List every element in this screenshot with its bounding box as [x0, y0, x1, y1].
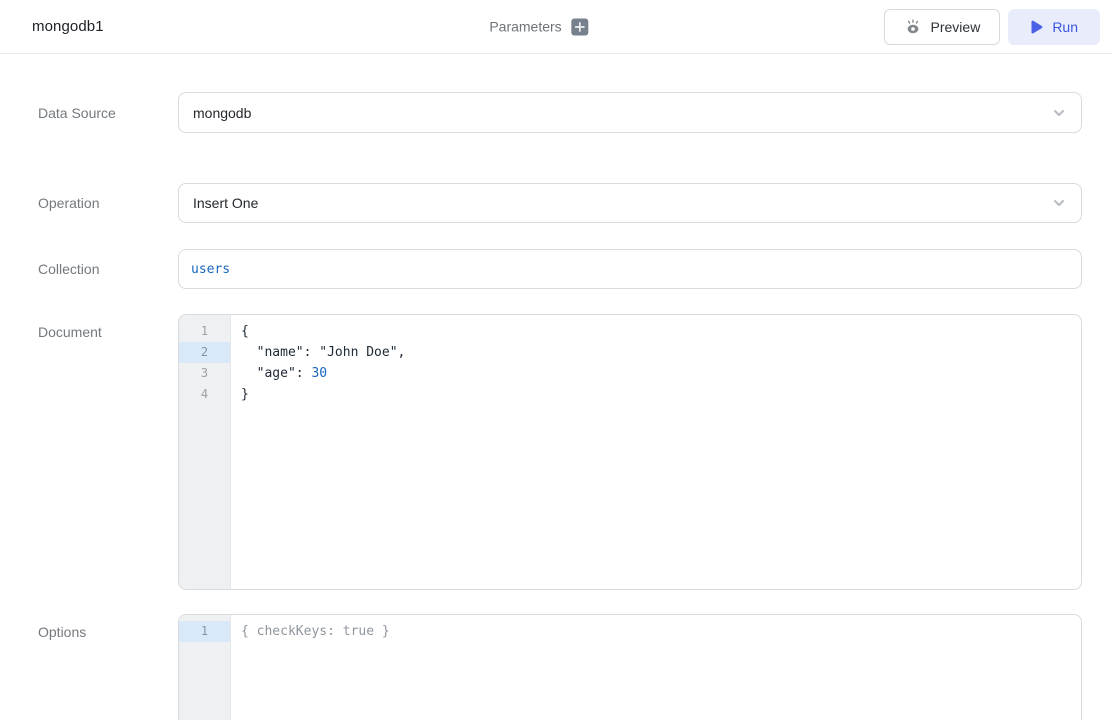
code-line: { — [241, 321, 1081, 342]
preview-button[interactable]: Preview — [884, 9, 1001, 45]
header-actions: Preview Run — [884, 9, 1100, 45]
parameters-label: Parameters — [489, 19, 561, 35]
document-label: Document — [38, 314, 178, 590]
options-editor-gutter: 1 — [179, 615, 231, 720]
collection-label: Collection — [38, 261, 178, 277]
chevron-down-icon — [1051, 195, 1067, 211]
query-header: mongodb1 Parameters Preview Run — [0, 0, 1112, 54]
operation-value: Insert One — [193, 195, 258, 211]
options-label: Options — [38, 614, 178, 720]
document-editor-gutter: 1 2 3 4 — [179, 315, 231, 589]
code-line: "name": "John Doe", — [241, 342, 1081, 363]
collection-row: Collection users — [38, 249, 1082, 289]
document-editor-code: { "name": "John Doe", "age": 30 } — [231, 315, 1081, 589]
preview-button-label: Preview — [931, 19, 981, 35]
data-source-label: Data Source — [38, 105, 178, 121]
run-button[interactable]: Run — [1008, 9, 1100, 45]
line-number: 4 — [179, 384, 230, 405]
query-title: mongodb1 — [32, 18, 104, 35]
code-line: "age": 30 — [241, 363, 1081, 384]
operation-select[interactable]: Insert One — [178, 183, 1082, 223]
add-parameter-button[interactable] — [572, 18, 589, 35]
document-editor[interactable]: 1 2 3 4 { "name": "John Doe", "age": 30 … — [178, 314, 1082, 590]
options-editor-code: { checkKeys: true } — [231, 615, 1081, 720]
chevron-down-icon — [1051, 105, 1067, 121]
code-line: } — [241, 384, 1081, 405]
line-number-active: 2 — [179, 342, 230, 363]
plus-icon — [575, 21, 586, 32]
code-line: { checkKeys: true } — [241, 621, 1081, 642]
parameters-section: Parameters — [489, 18, 588, 35]
run-button-label: Run — [1052, 19, 1078, 35]
data-source-select[interactable]: mongodb — [178, 92, 1082, 133]
collection-value: users — [191, 262, 230, 277]
operation-label: Operation — [38, 195, 178, 211]
data-source-row: Data Source mongodb — [38, 92, 1082, 133]
options-editor[interactable]: 1 { checkKeys: true } — [178, 614, 1082, 720]
query-form: Data Source mongodb Operation Insert One… — [0, 54, 1112, 720]
operation-row: Operation Insert One — [38, 183, 1082, 223]
document-row: Document 1 2 3 4 { "name": "John Doe", "… — [38, 314, 1082, 590]
line-number-active: 1 — [179, 621, 230, 642]
line-number: 3 — [179, 363, 230, 384]
data-source-value: mongodb — [193, 105, 251, 121]
collection-input[interactable]: users — [178, 249, 1082, 289]
play-icon — [1030, 20, 1043, 34]
options-row: Options 1 { checkKeys: true } — [38, 614, 1082, 720]
line-number: 1 — [179, 321, 230, 342]
eye-icon — [904, 19, 922, 35]
